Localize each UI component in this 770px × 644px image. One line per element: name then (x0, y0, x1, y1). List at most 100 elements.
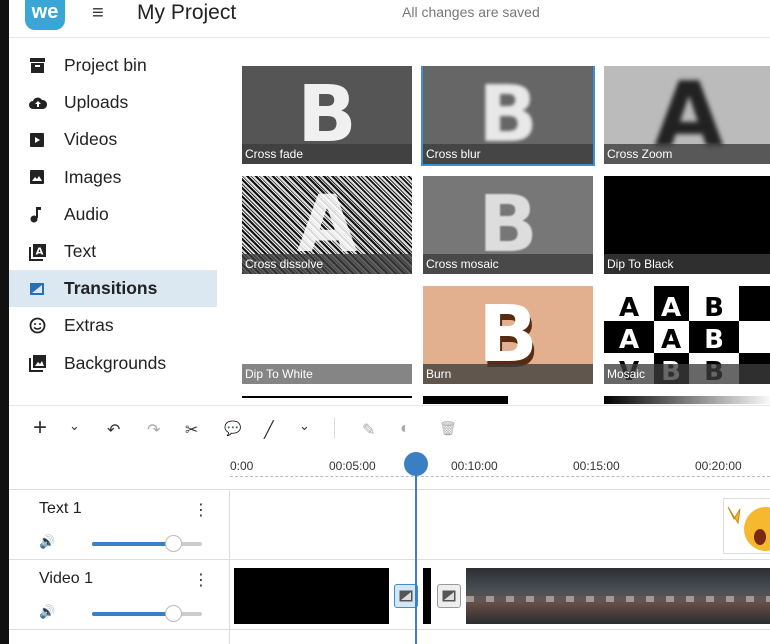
video-clip-black[interactable] (234, 568, 389, 624)
image-icon (29, 169, 64, 185)
timeline-ruler[interactable]: 0:00 00:05:00 00:10:00 00:15:00 00:20:00 (9, 452, 770, 490)
transition-dip-to-white[interactable]: Dip To White (242, 286, 412, 384)
clip-transition-button[interactable] (437, 584, 461, 608)
sidebar: Project bin Uploads Videos Images Audio … (9, 47, 217, 382)
transition-cross-dissolve[interactable]: A Cross dissolve (242, 176, 412, 274)
playhead-line[interactable] (415, 462, 417, 644)
color-filter-icon[interactable]: ◐ (400, 420, 410, 438)
transition-burn[interactable]: B Burn (423, 286, 593, 384)
backgrounds-icon (29, 354, 64, 373)
svg-text:A: A (619, 325, 639, 355)
transition-label: Burn (423, 364, 593, 384)
sidebar-item-transitions[interactable]: Transitions (9, 270, 217, 308)
redo-button[interactable]: ↷ (147, 420, 160, 440)
ruler-tick-label: 00:20:00 (695, 459, 742, 473)
svg-text:B: B (704, 325, 724, 355)
svg-text:A: A (661, 325, 681, 355)
text-box-icon: A (29, 243, 64, 261)
volume-slider-knob[interactable] (165, 605, 182, 622)
emoji-sticker-clip[interactable] (723, 498, 770, 554)
track-name[interactable]: Text 1 (39, 500, 82, 518)
sidebar-item-label: Images (64, 166, 122, 187)
transition-icon (29, 282, 64, 296)
split-scissors-icon[interactable]: ✂ (185, 420, 198, 440)
sidebar-item-label: Uploads (64, 92, 129, 113)
transition-dip-to-black[interactable]: Dip To Black (604, 176, 770, 274)
volume-slider-fill (92, 612, 175, 616)
sidebar-item-audio[interactable]: Audio (9, 196, 217, 233)
transition-label: Cross mosaic (423, 254, 593, 274)
transition-cross-zoom[interactable]: A Cross Zoom (604, 66, 770, 164)
video-play-icon (29, 132, 64, 148)
transition-row4-item[interactable] (604, 396, 770, 404)
add-dropdown-chevron-icon[interactable]: ⌄ (69, 418, 80, 434)
draw-pen-icon[interactable]: ╱ (264, 420, 274, 440)
transition-label: Mosaic (604, 364, 770, 384)
volume-slider-knob[interactable] (165, 535, 182, 552)
hamburger-menu-icon[interactable]: ≡ (92, 2, 104, 25)
transition-icon (442, 590, 456, 602)
transition-label: Cross blur (423, 144, 593, 164)
sidebar-item-project-bin[interactable]: Project bin (9, 47, 217, 84)
music-note-icon (29, 206, 64, 223)
track-menu-icon[interactable]: ⋮ (193, 570, 209, 590)
comment-icon[interactable]: 💬 (224, 420, 241, 437)
add-button[interactable]: + (33, 414, 47, 442)
ruler-tick-label: 00:05:00 (329, 459, 376, 473)
ruler-tick-label: 0:00 (230, 459, 254, 473)
transition-label: Cross dissolve (242, 254, 412, 274)
sidebar-item-label: Project bin (64, 55, 147, 76)
archive-icon (29, 57, 64, 74)
sidebar-item-videos[interactable]: Videos (9, 121, 217, 158)
transition-row4-item[interactable] (423, 396, 593, 404)
sidebar-item-label: Text (64, 241, 97, 262)
sidebar-item-text[interactable]: A Text (9, 233, 217, 270)
sidebar-item-label: Transitions (64, 278, 158, 299)
save-status: All changes are saved (402, 4, 540, 20)
sidebar-item-images[interactable]: Images (9, 159, 217, 196)
delete-trash-icon[interactable]: 🗑 (439, 420, 457, 437)
logo-text: we (31, 1, 59, 23)
svg-text:A: A (619, 293, 639, 323)
transition-icon (399, 590, 413, 602)
undo-button[interactable]: ↶ (107, 420, 120, 440)
ruler-tick-marks (230, 476, 770, 477)
volume-slider[interactable] (92, 535, 202, 552)
app-window: we ≡ My Project All changes are saved Pr… (9, 0, 770, 644)
sidebar-item-backgrounds[interactable]: Backgrounds (9, 345, 217, 382)
track-name[interactable]: Video 1 (39, 570, 93, 588)
app-logo[interactable]: we (25, 0, 65, 30)
draw-dropdown-chevron-icon[interactable]: ⌄ (299, 418, 310, 434)
svg-text:A: A (661, 293, 681, 323)
sidebar-item-extras[interactable]: Extras (9, 307, 217, 344)
project-title[interactable]: My Project (137, 1, 236, 25)
svg-text:A: A (36, 246, 44, 257)
transition-cross-mosaic[interactable]: B Cross mosaic (423, 176, 593, 274)
volume-slider[interactable] (92, 605, 202, 622)
playhead-handle[interactable] (404, 452, 428, 476)
transition-label: Cross Zoom (604, 144, 770, 164)
track-body-text-1[interactable] (230, 490, 770, 560)
transition-label: Dip To Black (604, 254, 770, 274)
volume-icon[interactable]: 🔊 (39, 604, 55, 620)
transition-cross-blur[interactable]: B Cross blur (421, 66, 595, 166)
footage-detail (466, 596, 770, 602)
track-menu-icon[interactable]: ⋮ (193, 500, 209, 520)
timeline-toolbar: + ⌄ ↶ ↷ ✂ 💬 ╱ ⌄ ✎ ◐ 🗑 (9, 405, 770, 451)
transition-label: Cross fade (242, 144, 412, 164)
emoji-face-icon (727, 506, 770, 551)
transition-cross-fade[interactable]: B Cross fade (242, 66, 412, 164)
ruler-tick-label: 00:15:00 (573, 459, 620, 473)
volume-icon[interactable]: 🔊 (39, 534, 55, 550)
edit-pencil-icon[interactable]: ✎ (362, 420, 375, 440)
svg-text:B: B (704, 293, 724, 323)
track-header-text-1: Text 1 ⋮ 🔊 (9, 490, 230, 560)
sidebar-item-uploads[interactable]: Uploads (9, 84, 217, 121)
track-body-video-1[interactable] (230, 560, 770, 630)
transition-mosaic[interactable]: A A B A A B V B B Mosaic (604, 286, 770, 384)
video-clip-black-short[interactable] (423, 568, 431, 624)
timeline-tracks: Text 1 ⋮ 🔊 Video 1 ⋮ 🔊 (9, 490, 770, 644)
video-clip-footage[interactable] (466, 568, 770, 624)
transition-row4-item[interactable] (242, 396, 412, 404)
smiley-icon (29, 317, 64, 334)
